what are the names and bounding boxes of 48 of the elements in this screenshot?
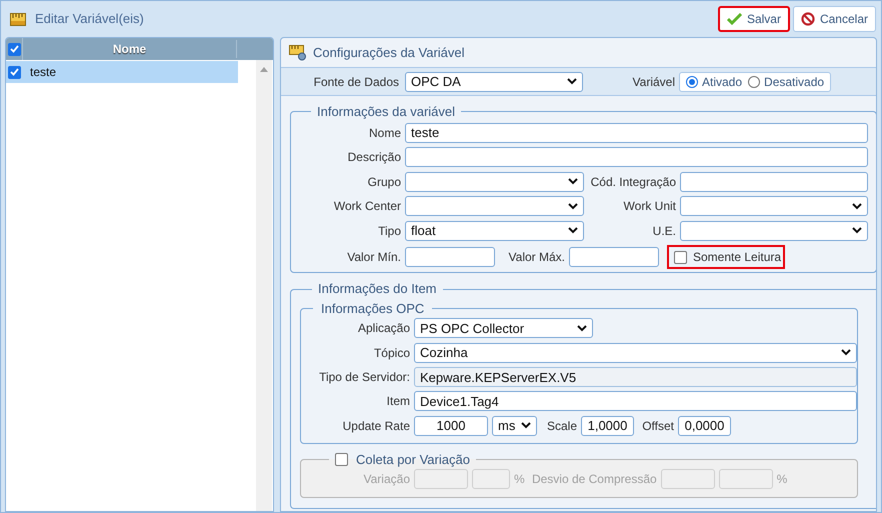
dropdown[interactable]: float [405,220,584,241]
input-field[interactable]: Device1.Tag4 [414,391,857,412]
input-field[interactable]: Kepware.KEPServerEX.V5 [414,367,857,388]
field-label: Work Center [332,198,401,216]
input-field[interactable]: 1,0000 [581,416,634,436]
cancel-button[interactable]: Cancelar [792,6,876,32]
field-label: Valor Máx. [508,249,565,266]
radio-label: Ativado [702,74,742,90]
field-label: Scale [546,418,577,435]
field-label: Update Rate [342,418,410,435]
field-label: Tipo [377,222,401,240]
section-title: Informações da variável [316,103,456,121]
field-label: Nome [368,124,401,142]
section-title: Informações do Item [317,280,438,298]
radio-label: Desativado [764,74,824,90]
field-label: Item [386,393,410,410]
field-label: U.E. [652,222,676,240]
field-label: Work Unit [622,198,676,216]
field-label: Variação [362,471,410,488]
field-label: Aplicação [356,320,410,338]
dropdown[interactable]: Cozinha [414,342,857,363]
input-field[interactable]: 1000 [414,416,488,436]
field-label: Desvio de Compressão [530,471,657,488]
section-title: Informações OPC [320,300,426,318]
field-label: Fonte de Dados [312,74,399,90]
field-label: Variável [632,74,675,90]
dropdown[interactable]: PS OPC Collector [414,318,593,338]
field-label: Offset [641,418,674,435]
list-row[interactable]: teste [6,61,238,83]
row-label: teste [30,64,56,81]
read-only-option[interactable]: Somente Leitura [667,245,785,270]
checkbox-label: Somente Leitura [693,249,782,266]
field-label: Descrição [346,149,401,166]
input-field[interactable]: 0,0000 [678,416,731,436]
panel-title: Configurações da Variável [313,44,465,62]
field-label: Tipo de Servidor: [318,369,410,386]
dropdown[interactable]: OPC DA [405,72,583,92]
unit-label: % [776,471,788,488]
window-title: Editar Variável(eis) [35,10,144,28]
field-label: Grupo [366,174,401,191]
section-title: Coleta por Variação [356,450,470,469]
unit-label: % [514,471,525,488]
field-label: Tópico [372,344,410,362]
save-button[interactable]: Salvar [718,6,790,32]
field-label: Valor Mín. [346,249,401,266]
field-label: Cód. Integração [590,174,676,191]
input-field[interactable]: teste [405,122,868,142]
dropdown[interactable]: ms [492,416,537,436]
